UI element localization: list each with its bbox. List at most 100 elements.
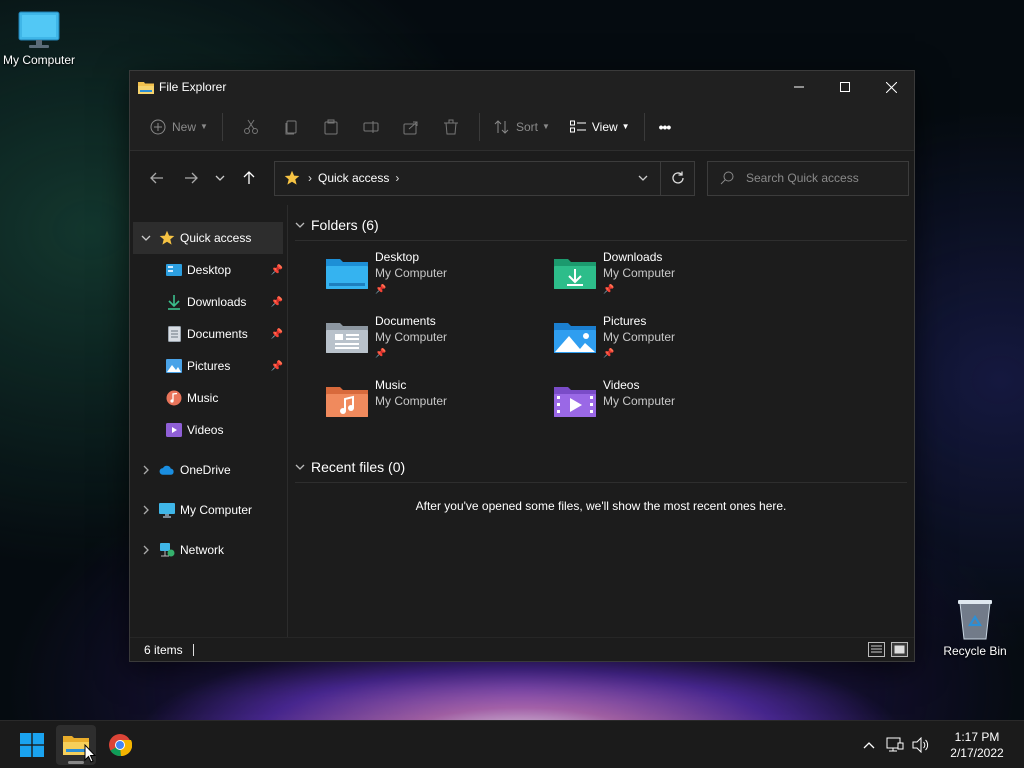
tiles-view-button[interactable] <box>891 642 908 657</box>
command-bar: New ▼ Sort ▼ View ▼ ••• <box>130 103 914 151</box>
desktop-folder-icon <box>166 262 182 278</box>
folder-tile-downloads[interactable]: Downloads My Computer 📌 <box>553 249 781 313</box>
folder-location: My Computer <box>603 330 676 344</box>
star-icon <box>284 170 300 185</box>
star-icon <box>159 230 175 246</box>
delete-button[interactable] <box>431 112 471 142</box>
new-button[interactable]: New ▼ <box>144 112 214 142</box>
close-button[interactable] <box>868 71 914 103</box>
pin-icon: 📌 <box>270 296 283 308</box>
speaker-icon <box>912 736 929 753</box>
picture-icon <box>166 358 182 374</box>
taskbar-chrome[interactable] <box>100 725 140 765</box>
recent-files-group-header[interactable]: Recent files (0) <box>295 451 907 483</box>
breadcrumb-quick-access[interactable]: Quick access <box>318 171 389 185</box>
music-note-icon <box>166 390 182 406</box>
chevron-down-icon <box>638 175 648 181</box>
details-view-button[interactable] <box>868 642 885 657</box>
share-button[interactable] <box>391 112 431 142</box>
up-button[interactable] <box>232 163 266 193</box>
close-icon <box>885 81 897 93</box>
folder-name: Videos <box>603 378 640 392</box>
desktop-folder-icon <box>326 259 368 289</box>
chevron-down-icon <box>295 220 305 230</box>
start-button[interactable] <box>12 725 52 765</box>
breadcrumb-separator: › <box>308 171 312 185</box>
sidebar-item-pictures[interactable]: Pictures 📌 <box>130 350 287 382</box>
video-icon <box>166 422 182 438</box>
cloud-icon <box>159 462 175 478</box>
clock[interactable]: 1:17 PM 2/17/2022 <box>938 729 1016 761</box>
minimize-icon <box>794 86 804 88</box>
network-status-icon <box>886 737 904 751</box>
sidebar-item-label: Music <box>187 391 219 405</box>
status-bar: 6 items <box>130 637 914 661</box>
minimize-button[interactable] <box>776 71 822 103</box>
back-button[interactable] <box>140 163 174 193</box>
folders-group-header[interactable]: Folders (6) <box>295 209 907 241</box>
network-status-button[interactable] <box>882 737 908 753</box>
sidebar-item-label: Desktop <box>187 263 232 277</box>
chevron-down-icon: ▼ <box>541 122 550 131</box>
rename-icon <box>363 120 379 133</box>
desktop-icon-label: Recycle Bin <box>943 644 1007 658</box>
chevron-down-icon[interactable] <box>133 235 159 241</box>
folder-tile-documents[interactable]: Documents My Computer 📌 <box>325 313 553 377</box>
chevron-up-icon <box>863 741 875 748</box>
sidebar-item-onedrive[interactable]: OneDrive <box>133 454 287 486</box>
chevron-down-icon: ▼ <box>200 122 208 131</box>
recent-files-heading: Recent files (0) <box>311 458 406 475</box>
folder-tile-pictures[interactable]: Pictures My Computer 📌 <box>553 313 781 377</box>
copy-button[interactable] <box>271 112 311 142</box>
sidebar-item-quick-access[interactable]: Quick access <box>133 222 283 254</box>
pin-icon: 📌 <box>603 284 615 294</box>
maximize-button[interactable] <box>822 71 868 103</box>
volume-button[interactable] <box>908 736 934 753</box>
chevron-right-icon[interactable] <box>133 505 159 515</box>
chevron-right-icon[interactable] <box>133 465 159 475</box>
arrow-right-icon <box>185 172 198 184</box>
sidebar-item-label: My Computer <box>180 503 253 517</box>
sidebar-item-documents[interactable]: Documents 📌 <box>130 318 287 350</box>
plus-circle-icon <box>150 119 166 134</box>
sidebar-item-my-computer[interactable]: My Computer <box>133 494 287 526</box>
breadcrumb-separator[interactable]: › <box>395 171 399 185</box>
documents-folder-icon <box>326 323 368 353</box>
recent-locations-button[interactable] <box>208 163 232 193</box>
sidebar-item-network[interactable]: Network <box>133 534 287 566</box>
sort-icon <box>494 119 509 134</box>
address-history-button[interactable] <box>626 175 660 181</box>
sort-button[interactable]: Sort ▼ <box>488 112 556 142</box>
windows-logo-icon <box>20 732 44 757</box>
show-hidden-icons-button[interactable] <box>856 741 882 749</box>
title-bar[interactable]: File Explorer <box>130 71 914 103</box>
folder-location: My Computer <box>375 394 448 408</box>
music-folder-icon <box>326 387 368 417</box>
refresh-button[interactable] <box>660 161 694 195</box>
clock-date: 2/17/2022 <box>950 745 1004 760</box>
address-bar[interactable]: › Quick access › <box>274 160 695 196</box>
view-button[interactable]: View ▼ <box>564 112 636 142</box>
chevron-right-icon[interactable] <box>133 545 159 555</box>
desktop-icon-recycle-bin[interactable]: Recycle Bin <box>937 597 1013 658</box>
share-icon <box>403 121 418 134</box>
sidebar-item-videos[interactable]: Videos <box>130 414 287 446</box>
folder-tile-desktop[interactable]: Desktop My Computer 📌 <box>325 249 553 313</box>
search-box[interactable]: Search Quick access <box>707 160 909 196</box>
navigation-pane: Quick access Desktop 📌 Downloads 📌 Docum… <box>130 205 288 637</box>
folder-tile-videos[interactable]: Videos My Computer <box>553 377 781 441</box>
paste-button[interactable] <box>311 112 351 142</box>
sidebar-item-desktop[interactable]: Desktop 📌 <box>130 254 287 286</box>
folder-name: Downloads <box>603 250 663 264</box>
rename-button[interactable] <box>351 112 391 142</box>
cut-button[interactable] <box>231 112 271 142</box>
search-icon <box>720 171 734 185</box>
folder-tile-music[interactable]: Music My Computer <box>325 377 553 441</box>
sidebar-item-downloads[interactable]: Downloads 📌 <box>130 286 287 318</box>
sidebar-item-music[interactable]: Music <box>130 382 287 414</box>
desktop-icon-my-computer[interactable]: My Computer <box>1 10 77 67</box>
more-options-button[interactable]: ••• <box>653 112 677 142</box>
forward-button[interactable] <box>174 163 208 193</box>
content-pane: Folders (6) Desktop My Computer 📌 Downlo… <box>288 205 914 637</box>
document-icon <box>166 326 182 342</box>
